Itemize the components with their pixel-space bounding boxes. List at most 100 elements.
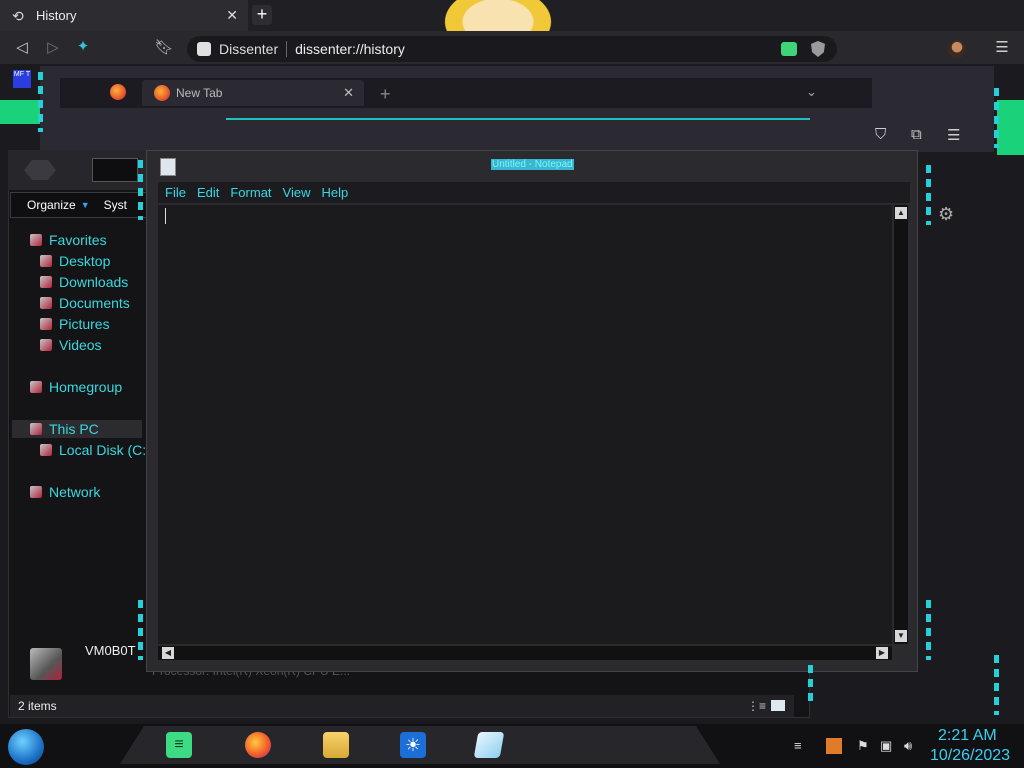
clock-time[interactable]: 2:21 AM — [938, 727, 997, 745]
reload-icon[interactable]: ✦ — [72, 36, 94, 58]
desktop-icon — [40, 255, 52, 267]
organize-button[interactable]: Organize — [27, 198, 76, 212]
nav-label: Favorites — [49, 232, 107, 248]
nav-label: Videos — [59, 337, 102, 353]
forward-icon[interactable]: ▷ — [42, 37, 64, 59]
url-separator — [286, 41, 288, 57]
horizontal-scrollbar[interactable]: ◀ ▶ — [158, 646, 892, 660]
scroll-left-icon[interactable]: ◀ — [162, 647, 174, 659]
system-properties-button[interactable]: Syst — [104, 198, 127, 212]
extensions-icon[interactable]: ⧉ — [911, 126, 922, 143]
browser-tab-history[interactable]: ⟲ History ✕ — [0, 0, 248, 31]
nav-documents[interactable]: Documents — [40, 295, 130, 311]
nav-label: Local Disk (C: — [59, 442, 147, 458]
preview-view-icon[interactable] — [771, 700, 785, 711]
taskbar-firefox[interactable] — [235, 730, 281, 760]
chevron-down-icon[interactable]: ▼ — [81, 200, 90, 210]
text-caret — [165, 208, 166, 224]
frame-accent — [926, 600, 931, 660]
history-icon: ⟲ — [12, 7, 24, 24]
menu-icon[interactable]: ☰ — [991, 37, 1013, 59]
green-accent-left — [0, 100, 40, 124]
dissenter-comment-icon[interactable] — [781, 42, 797, 56]
address-icon[interactable] — [92, 158, 138, 182]
close-tab-icon[interactable]: ✕ — [343, 85, 354, 101]
nav-label: Documents — [59, 295, 130, 311]
menu-help[interactable]: Help — [321, 185, 348, 200]
menu-format[interactable]: Format — [230, 185, 271, 200]
vertical-scrollbar[interactable]: ▲ ▼ — [894, 205, 908, 644]
explorer-header — [8, 150, 148, 190]
new-tab-button[interactable]: + — [252, 5, 272, 25]
nav-desktop[interactable]: Desktop — [40, 253, 110, 269]
site-icon — [197, 42, 211, 56]
notepad-icon — [473, 732, 505, 758]
hex-nav-icon[interactable] — [24, 160, 56, 180]
frame-accent — [994, 655, 999, 715]
url-text[interactable]: dissenter://history — [295, 41, 781, 57]
star-icon — [30, 234, 42, 246]
flag-icon[interactable]: ⚑ — [857, 738, 869, 754]
network-icon — [30, 486, 42, 498]
gear-icon[interactable]: ⚙ — [938, 204, 954, 225]
show-hidden-icons[interactable]: ≡ — [794, 738, 802, 753]
close-tab-icon[interactable]: ✕ — [226, 7, 238, 24]
green-accent-right — [997, 100, 1024, 155]
drive-icon — [40, 444, 52, 456]
frame-accent — [138, 600, 143, 660]
nav-network[interactable]: Network — [30, 484, 100, 500]
firefox-tab-new-tab[interactable]: New Tab ✕ — [142, 80, 364, 106]
notepad-titlebar[interactable]: Untitled - Notepad — [146, 154, 916, 178]
profile-avatar[interactable] — [948, 40, 966, 58]
firefox-new-tab-button[interactable]: + — [380, 84, 391, 105]
mft-desktop-icon[interactable]: MF T — [13, 70, 31, 88]
pocket-icon[interactable]: ⛉ — [875, 126, 886, 143]
firefox-tab-label: New Tab — [176, 86, 223, 100]
scroll-up-icon[interactable]: ▲ — [895, 207, 907, 219]
nav-label: Pictures — [59, 316, 110, 332]
item-count: 2 items — [18, 699, 57, 713]
nav-this-pc[interactable]: This PC — [30, 421, 99, 437]
clock-date[interactable]: 10/26/2023 — [930, 747, 1010, 765]
nav-downloads[interactable]: Downloads — [40, 274, 128, 290]
site-name: Dissenter — [219, 41, 279, 57]
details-view-icon[interactable]: ⋮≡ — [747, 699, 766, 713]
nav-favorites[interactable]: Favorites — [30, 232, 107, 248]
taskbar-notes-app[interactable]: ≡ — [156, 730, 202, 760]
folder-icon — [323, 732, 349, 758]
app-tray-icon[interactable] — [826, 738, 842, 754]
url-bar[interactable]: Dissenter dissenter://history — [187, 36, 837, 62]
volume-icon[interactable]: 🔊︎ — [904, 738, 912, 754]
firefox-menu-icon[interactable]: ☰ — [947, 126, 960, 144]
explorer-status-bar: 2 items — [10, 695, 794, 717]
nav-label: Homegroup — [49, 379, 123, 395]
menu-edit[interactable]: Edit — [197, 185, 219, 200]
computer-icon — [30, 648, 62, 680]
scroll-right-icon[interactable]: ▶ — [876, 647, 888, 659]
nav-homegroup[interactable]: Homegroup — [30, 379, 122, 395]
bookmark-icon[interactable]: 🔖︎ — [153, 37, 175, 59]
menu-file[interactable]: File — [165, 185, 186, 200]
window-title: Untitled - Notepad — [491, 159, 574, 170]
nav-label: Desktop — [59, 253, 111, 269]
nav-videos[interactable]: Videos — [40, 337, 102, 353]
notepad-text-area[interactable] — [158, 205, 892, 644]
nav-local-disk[interactable]: Local Disk (C: — [40, 442, 146, 458]
firefox-tab-list-icon[interactable]: ⌄ — [806, 84, 817, 100]
nav-pictures[interactable]: Pictures — [40, 316, 110, 332]
scroll-down-icon[interactable]: ▼ — [895, 630, 907, 642]
notepad-menubar: File Edit Format View Help — [158, 182, 910, 203]
menu-view[interactable]: View — [283, 185, 311, 200]
taskbar-notepad[interactable] — [466, 730, 512, 760]
firefox-view-icon[interactable] — [110, 84, 126, 100]
pictures-icon — [40, 318, 52, 330]
network-status-icon[interactable]: ▣ — [880, 738, 892, 754]
back-icon[interactable]: ◁ — [11, 37, 33, 59]
taskbar-file-explorer[interactable] — [313, 730, 359, 760]
taskbar-weather[interactable]: ☀ — [390, 730, 436, 760]
computer-name: VM0B0T — [85, 643, 136, 658]
videos-icon — [40, 339, 52, 351]
downloads-icon — [40, 276, 52, 288]
shield-icon[interactable] — [811, 41, 825, 57]
start-button[interactable] — [8, 729, 44, 765]
